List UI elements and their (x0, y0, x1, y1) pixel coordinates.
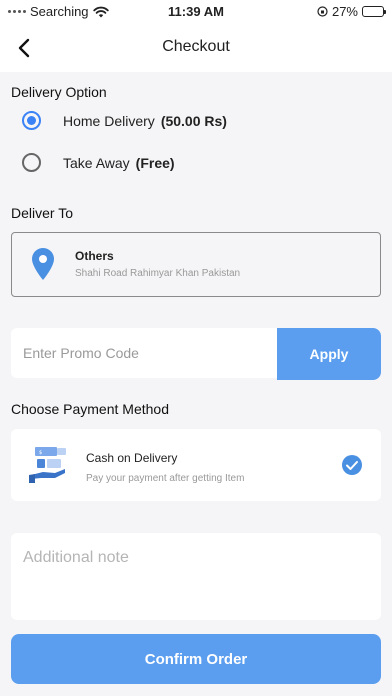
status-right: 27% (317, 4, 386, 19)
payment-method-name: Cash on Delivery (86, 451, 178, 465)
apply-button[interactable]: Apply (277, 328, 381, 380)
battery-percent: 27% (331, 4, 358, 19)
header: Checkout (0, 24, 392, 72)
check-circle-icon[interactable] (341, 454, 363, 476)
payment-method-description: Pay your payment after getting Item (86, 473, 245, 484)
delivery-option-price: (50.00 Rs) (160, 112, 227, 129)
address-line: Shahi Road Rahimyar Khan Pakistan (75, 268, 241, 279)
delivery-option-price: (Free) (135, 154, 175, 171)
confirm-order-button[interactable]: Confirm Order (11, 634, 381, 684)
delivery-option-label: Take Away (63, 154, 130, 171)
svg-text:$: $ (39, 450, 42, 456)
location-pin-icon (32, 248, 54, 280)
delivery-option-title: Delivery Option (11, 84, 107, 100)
payment-method-card[interactable]: $ Cash on Delivery Pay your payment afte… (11, 429, 381, 501)
radio-selected-icon[interactable] (22, 111, 41, 130)
address-type: Others (75, 249, 114, 263)
deliver-to-title: Deliver To (11, 205, 73, 221)
delivery-option-label: Home Delivery (63, 112, 155, 129)
delivery-option-takeaway[interactable]: Take Away (Free) (22, 153, 175, 172)
radio-unselected-icon[interactable] (22, 153, 41, 172)
orientation-lock-icon (317, 6, 328, 17)
cash-on-delivery-icon: $ (29, 447, 66, 483)
delivery-option-home[interactable]: Home Delivery (50.00 Rs) (22, 111, 227, 130)
address-card[interactable]: Others Shahi Road Rahimyar Khan Pakistan (11, 232, 381, 297)
battery-icon (362, 6, 386, 17)
promo-code-input[interactable] (11, 328, 277, 378)
page-title: Checkout (162, 38, 230, 55)
additional-note-field[interactable] (11, 533, 381, 620)
status-bar: Searching 11:39 AM 27% (0, 0, 392, 24)
payment-method-title: Choose Payment Method (11, 401, 169, 417)
